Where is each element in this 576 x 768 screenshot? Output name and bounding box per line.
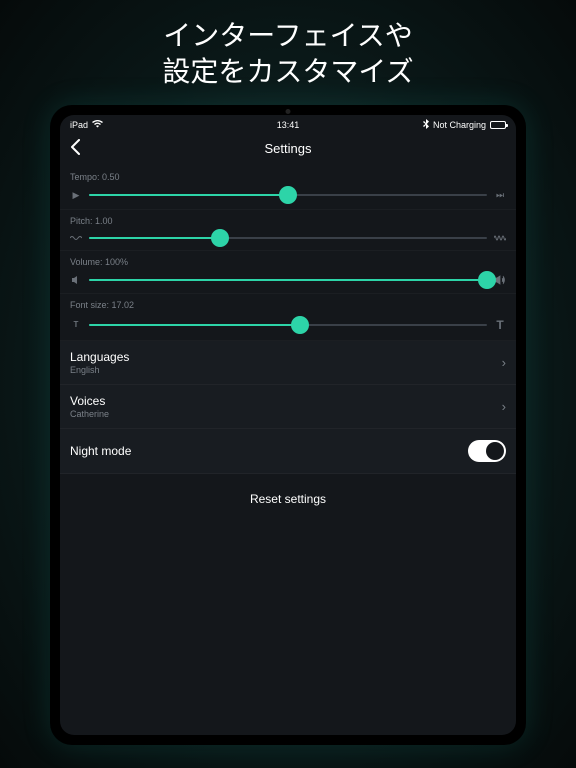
voices-value: Catherine	[70, 409, 109, 419]
volume-section: Volume: 100%	[60, 251, 516, 294]
fontsize-section: Font size: 17.02 T T	[60, 294, 516, 341]
text-large-icon: T	[494, 318, 506, 332]
night-mode-title: Night mode	[70, 444, 131, 458]
bluetooth-icon	[423, 119, 429, 131]
battery-icon	[490, 121, 506, 129]
nav-bar: Settings	[60, 133, 516, 166]
voices-title: Voices	[70, 394, 109, 408]
fast-forward-icon: ⏭	[494, 190, 506, 201]
wave-high-icon	[494, 234, 506, 242]
text-small-icon: T	[70, 320, 82, 329]
chevron-right-icon: ›	[502, 399, 506, 414]
time-label: 13:41	[277, 120, 300, 130]
tempo-section: Tempo: 0.50 ▶ ⏭	[60, 166, 516, 210]
wifi-icon	[92, 120, 103, 130]
languages-value: English	[70, 365, 129, 375]
tempo-slider[interactable]	[89, 194, 487, 196]
promo-heading: インターフェイスや 設定をカスタマイズ	[0, 0, 576, 105]
camera-dot	[286, 109, 291, 114]
promo-line-1: インターフェイスや	[0, 18, 576, 54]
night-mode-toggle[interactable]	[468, 440, 506, 462]
pitch-label: Pitch: 1.00	[70, 216, 506, 226]
pitch-slider[interactable]	[89, 237, 487, 239]
night-mode-row: Night mode	[60, 429, 516, 474]
device-label: iPad	[70, 120, 88, 130]
status-bar: iPad 13:41 Not Charging	[60, 115, 516, 133]
charging-label: Not Charging	[433, 120, 486, 130]
volume-label: Volume: 100%	[70, 257, 506, 267]
wave-low-icon	[70, 234, 82, 242]
page-title: Settings	[265, 141, 312, 156]
screen: iPad 13:41 Not Charging Settings	[60, 115, 516, 735]
fontsize-slider[interactable]	[89, 324, 487, 326]
content-area: Tempo: 0.50 ▶ ⏭ Pitch: 1.00	[60, 166, 516, 735]
pitch-section: Pitch: 1.00	[60, 210, 516, 251]
volume-low-icon	[70, 275, 82, 285]
promo-line-2: 設定をカスタマイズ	[0, 54, 576, 90]
voices-row[interactable]: Voices Catherine ›	[60, 385, 516, 429]
device-frame: iPad 13:41 Not Charging Settings	[50, 105, 526, 745]
tempo-label: Tempo: 0.50	[70, 172, 506, 182]
languages-title: Languages	[70, 350, 129, 364]
play-icon: ▶	[70, 190, 82, 201]
back-button[interactable]	[70, 139, 80, 158]
reset-label: Reset settings	[250, 492, 326, 506]
chevron-right-icon: ›	[502, 355, 506, 370]
fontsize-label: Font size: 17.02	[70, 300, 506, 310]
reset-row[interactable]: Reset settings	[60, 474, 516, 524]
volume-slider[interactable]	[89, 279, 487, 281]
languages-row[interactable]: Languages English ›	[60, 341, 516, 385]
